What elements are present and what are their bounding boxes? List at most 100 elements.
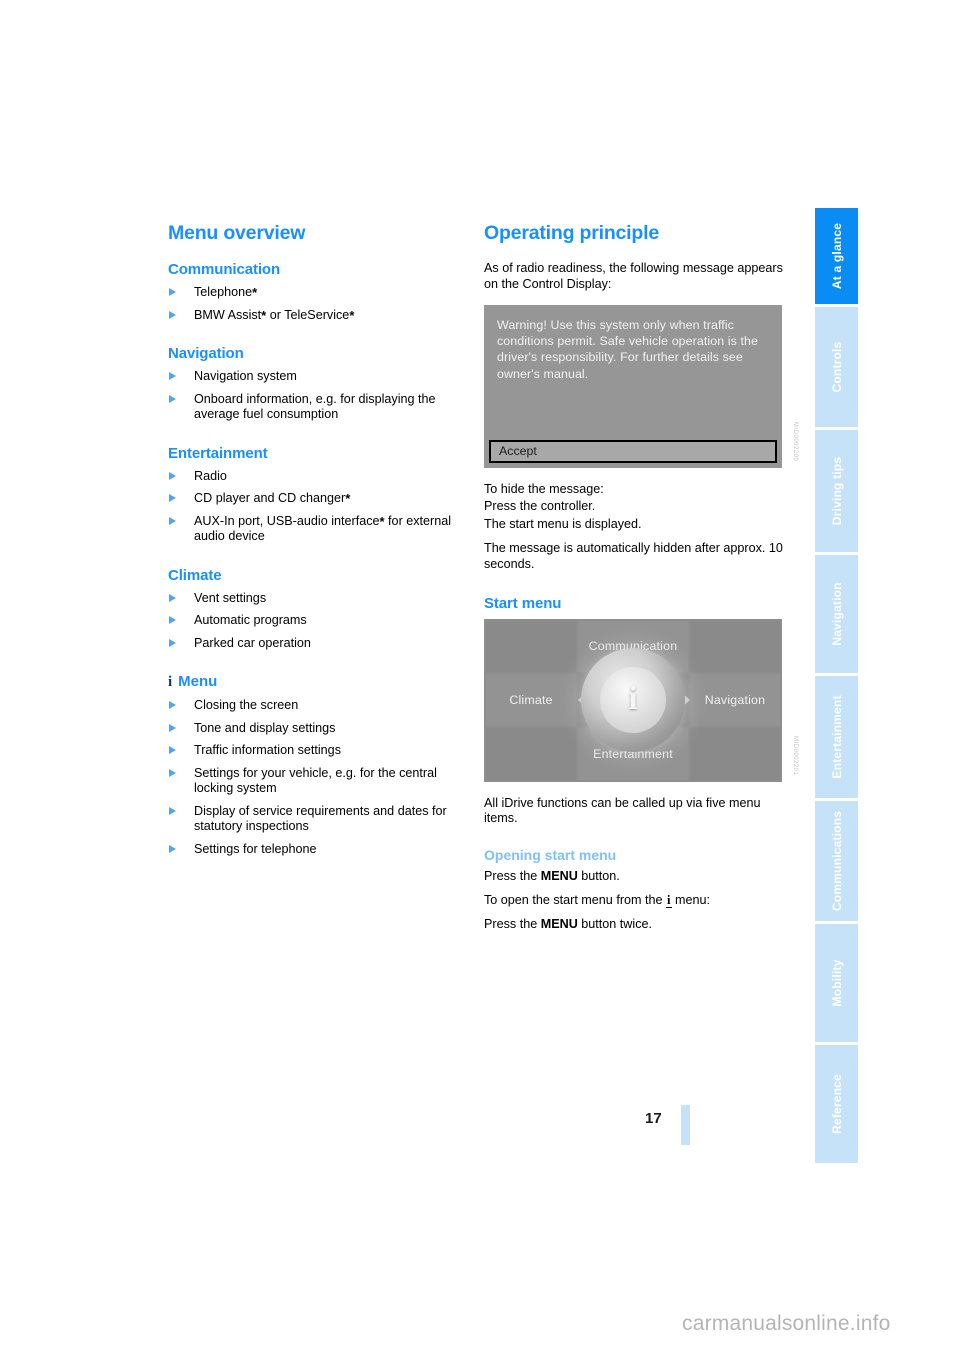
bullet-triangle-icon <box>169 746 176 754</box>
chapter-tab-label: Driving tips <box>829 456 844 526</box>
start-menu-caption: All iDrive functions can be called up vi… <box>484 795 761 826</box>
list-item-label: Closing the screen <box>194 698 299 712</box>
page-number: 17 <box>645 1110 662 1127</box>
start-menu-screen: Communication Climate Navigation Enterta… <box>484 618 782 782</box>
list-item: Closing the screen <box>168 698 468 714</box>
list-item: Onboard information, e.g. for displaying… <box>168 392 468 423</box>
figure-code: MID0002200 <box>792 422 798 462</box>
start-menu-cell-empty-tr <box>689 620 780 673</box>
bullet-triangle-icon <box>169 372 176 380</box>
chapter-tab-mobility[interactable]: Mobility <box>815 924 858 1042</box>
site-watermark: carmanualsonline.info <box>682 1312 891 1335</box>
bullet-triangle-icon <box>169 288 176 296</box>
chapter-tab-communications[interactable]: Communications <box>815 801 858 921</box>
list-item-label: Automatic programs <box>194 613 307 627</box>
list-item: Navigation system <box>168 369 468 385</box>
hide-message-line-1: To hide the message: <box>484 481 604 496</box>
bullet-triangle-icon <box>169 593 176 602</box>
chapter-tab-label: At a glance <box>829 222 844 290</box>
optional-equipment-asterisk: * <box>345 491 351 506</box>
list-item: Settings for telephone <box>168 842 468 858</box>
start-menu-label-climate: Climate <box>509 693 553 708</box>
bullet-triangle-icon <box>169 616 176 624</box>
list-item-label: Radio <box>194 468 227 483</box>
hide-message-line-2: Press the controller. <box>484 499 596 514</box>
start-menu-label-navigation: Navigation <box>704 693 766 708</box>
bullet-triangle-icon <box>169 310 176 319</box>
opening-line-2-post: menu: <box>671 892 711 907</box>
accept-button[interactable]: Accept <box>489 439 777 463</box>
section-heading-climate: Climate <box>168 566 222 584</box>
list-item-label: Parked car operation <box>194 635 311 650</box>
list-item-label: Telephone <box>194 285 253 299</box>
bullet-list: Vent settings Automatic programs Parked ca… <box>168 591 468 652</box>
list-item: CD player and CD changer* <box>168 491 468 507</box>
list-item-label: Vent settings <box>194 590 267 605</box>
bullet-triangle-icon <box>169 494 176 502</box>
start-menu-figure: Communication Climate Navigation Enterta… <box>484 618 798 782</box>
chapter-tab-label: Reference <box>829 1074 844 1134</box>
list-item-label: CD player and CD changer <box>194 491 346 505</box>
list-item: BMW Assist* or TeleService* <box>168 308 468 324</box>
list-item: Traffic information settings <box>168 743 468 759</box>
page-marker-bar <box>681 1105 690 1145</box>
opening-line-3-post: button twice. <box>577 916 653 931</box>
operating-principle-intro: As of radio readiness, the following mes… <box>484 261 783 291</box>
bullet-triangle-icon <box>169 638 176 647</box>
optional-equipment-asterisk: * <box>252 285 258 300</box>
right-text-column: Operating principle As of radio readines… <box>484 222 798 941</box>
start-menu-cell-empty-bl <box>486 727 577 780</box>
bullet-triangle-icon <box>169 844 176 853</box>
chapter-tab-label: Navigation <box>829 582 844 646</box>
manual-page: Menu overview Communication Telephone* BMW… <box>0 0 960 1358</box>
start-menu-cell-empty-br <box>689 727 780 780</box>
chapter-tab-navigation[interactable]: Navigation <box>815 555 858 673</box>
list-item-label: AUX-In port, USB-audio interface* for ex… <box>194 513 452 544</box>
list-item-label: Settings for your vehicle, e.g. for the … <box>194 765 437 796</box>
section-heading-i-menu: i Menu <box>168 673 468 691</box>
opening-line-1-post: button. <box>577 869 620 884</box>
list-item: Telephone* <box>168 285 468 301</box>
list-item-label: BMW Assist* or TeleService* <box>194 307 355 323</box>
opening-line-3: Press the MENU button twice. <box>484 917 784 933</box>
auto-hide-paragraph: The message is automatically hidden afte… <box>484 540 783 571</box>
list-item-label: Onboard information, e.g. for displaying… <box>194 391 436 422</box>
menu-button-label: MENU <box>540 916 578 931</box>
bullet-list: Radio CD player and CD changer* AUX-In por… <box>168 469 468 545</box>
chapter-tab-at-a-glance[interactable]: At a glance <box>815 208 858 304</box>
opening-line-2-pre: To open the start menu from the <box>484 892 667 907</box>
optional-equipment-asterisk: * <box>261 307 267 323</box>
chapter-tab-entertainment[interactable]: Entertainment <box>815 676 858 798</box>
section-heading-entertainment: Entertainment <box>168 444 268 462</box>
section-heading-label: Menu <box>178 673 218 690</box>
optional-equipment-asterisk: * <box>349 307 355 323</box>
opening-line-3-pre: Press the <box>484 916 541 931</box>
list-item: AUX-In port, USB-audio interface* for ex… <box>168 514 468 545</box>
list-item: Tone and display settings <box>168 721 468 737</box>
bullet-triangle-icon <box>169 394 176 403</box>
menu-button-label: MENU <box>540 869 578 884</box>
control-display-figure: Warning! Use this system only when traff… <box>484 304 798 468</box>
info-icon: i <box>168 674 173 690</box>
list-item-label: Display of service requirements and date… <box>194 803 447 834</box>
opening-line-1-pre: Press the <box>484 869 541 884</box>
chapter-tab-driving-tips[interactable]: Driving tips <box>815 430 858 552</box>
left-sections: Communication Telephone* BMW Assist* or Te… <box>168 261 468 857</box>
chapter-tab-reference[interactable]: Reference <box>815 1045 858 1163</box>
control-display-screen: Warning! Use this system only when traff… <box>484 304 782 468</box>
left-text-column: Menu overview Communication Telephone* BMW… <box>168 222 468 864</box>
chapter-tab-label: Entertainment <box>829 695 844 779</box>
hide-message-line-3: The start menu is displayed. <box>484 517 642 532</box>
list-item: Radio <box>168 469 468 485</box>
figure-code: MID0002201 <box>792 736 798 776</box>
bullet-list: Closing the screen Tone and display setti… <box>168 698 468 857</box>
chapter-tab-controls[interactable]: Controls <box>815 307 858 427</box>
list-item-label: Navigation system <box>194 369 297 383</box>
bullet-triangle-icon <box>169 768 176 777</box>
list-item: Automatic programs <box>168 613 468 629</box>
warning-message-text: Warning! Use this system only when traff… <box>497 317 759 381</box>
opening-line-2: To open the start menu from the i menu: <box>484 892 784 909</box>
operating-principle-title: Operating principle <box>484 222 659 244</box>
bullet-triangle-icon <box>169 806 176 815</box>
chapter-tab-rail[interactable]: At a glance Controls Driving tips Navigatio… <box>815 208 858 1166</box>
